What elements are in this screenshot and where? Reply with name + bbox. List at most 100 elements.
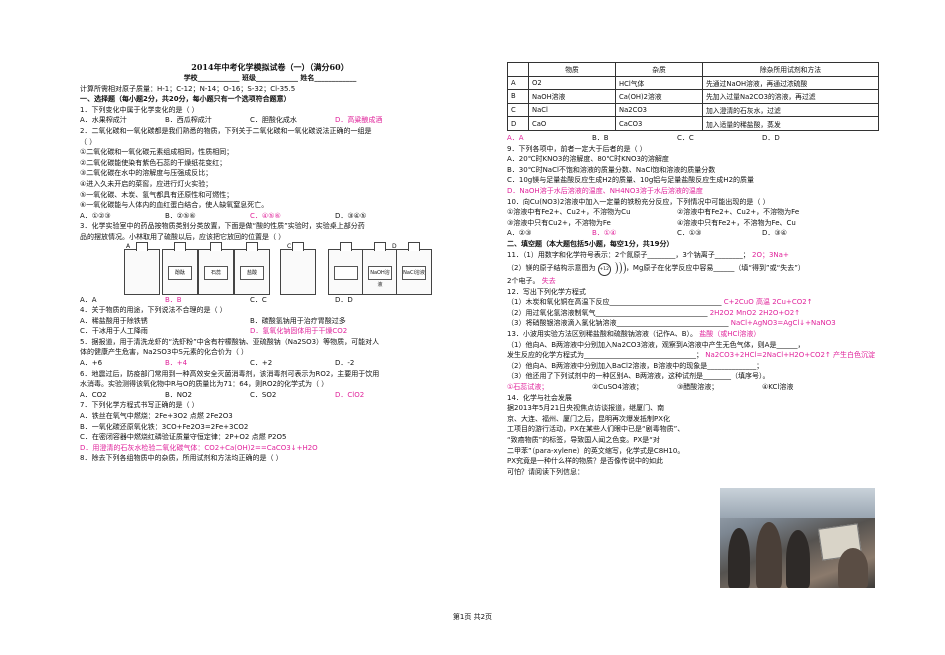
question-text: 2个电子。 失去	[507, 276, 882, 287]
question-text: 2．二氧化碳和一氧化碳都是我们熟悉的物质，下列关于二氧化碳和一氧化碳说法正确的一…	[80, 126, 372, 135]
question-stem: （3）将硝酸银溶液滴入氯化钠溶液________________________…	[507, 319, 729, 328]
question-stem: 2个电子。	[507, 277, 540, 286]
question-text: 1．下列变化中属于化学变化的是（ ）	[80, 105, 199, 114]
question-stem: 11．（1）用数字和化学符号表示：2个氮原子________，3个钠离子____…	[507, 250, 750, 259]
photo-person	[756, 522, 782, 588]
list-item: （3）将硝酸银溶液滴入氯化钠溶液________________________…	[507, 318, 882, 329]
options-row: ③溶液中只有Cu2+，不溶物为Fe ④溶液中只有Fe2+，不溶物为Fe、Cu	[507, 218, 882, 229]
option: D．③④⑤	[335, 211, 367, 220]
question-text: （2）他向A、B两溶液中分别加入BaCl2溶液，B溶液中的现象是________…	[507, 361, 764, 370]
bottle	[328, 241, 364, 295]
table-cell: 先通过NaOH溶液，再通过浓硫酸	[702, 75, 879, 91]
answer-text: 盐酸（或HCl溶液）	[699, 330, 761, 339]
page-title: 2014年中考化学模拟试卷（一）（满分60）	[191, 62, 349, 72]
passage-line: 二甲苯”（para-xylene）的英文缩写，化学式是C8H10。	[507, 446, 685, 455]
question-text: 9．下列各项中，前者一定大于后者的是（ ）	[507, 144, 647, 153]
list-item: ⑥一氧化碳能与人体内的血红蛋白结合，使人缺氧窒息死亡。	[80, 201, 269, 210]
question-text: 3．化学实验室中的药品按物质类别分类放置，下面是做“酸的性质”实验时，实验桌上部…	[80, 222, 365, 231]
bottle: 酚酞	[162, 241, 198, 295]
answer-text: 2O；3Na+	[752, 250, 789, 259]
option: A．+6	[80, 359, 103, 368]
passage-line: 可怕？请阅读下列信息：	[507, 467, 584, 476]
option: A．稀盐酸用于除铁锈	[80, 316, 148, 325]
option: ③溶液中只有Cu2+，不溶物为Fe	[507, 218, 611, 227]
option: ④溶液中只有Fe2+，不溶物为Fe、Cu	[677, 218, 796, 227]
list-item: C．在密闭容器中燃烧红磷验证质量守恒定律：2P+O2 点燃 P2O5	[80, 433, 287, 442]
option: D．-2	[335, 359, 355, 368]
passage-line: “致癌物质”的标签，导致国人闻之色变。PX是“对	[507, 436, 660, 444]
table-row: D CaO CaCO3 加入适量的稀盐酸，蒸发	[507, 116, 879, 131]
section-heading: 一、选择题（每小题2分，共20分，每小题只有一个选项符合题意）	[80, 95, 291, 104]
answer-item: D．用澄清的石灰水检验二氧化碳气体：CO2+Ca(OH)2==CaCO3↓+H2…	[80, 443, 318, 452]
table-header-cell: 物质	[528, 62, 616, 77]
bottle-label: 盐酸	[240, 265, 264, 280]
option: ①溶液中有Fe2+、Cu2+，不溶物为Cu	[507, 208, 631, 217]
option: C．干冰用于人工降雨	[80, 327, 148, 336]
bottle-label: 酚酞	[168, 265, 192, 280]
option: C．①③	[677, 229, 702, 238]
protest-photo	[720, 488, 875, 588]
options-row: A．水果榨成汁 B．西瓜榨成汁 C．胆酸化成水 D．高粱酿成酒	[80, 115, 460, 126]
question-stem: ，Mg原子在化学反应中容易______（填“得到”或“失去”）	[625, 264, 805, 273]
option: B．NO2	[165, 390, 193, 399]
options-row: A．+6 B．+4 C．+2 D．-2	[80, 358, 460, 369]
table-cell: HCl气体	[615, 75, 703, 91]
bottle: NaOH溶液	[362, 241, 398, 295]
list-item: ①二氧化碳和一氧化碳元素组成相同，性质相同；	[80, 148, 234, 157]
options-row: ①溶液中有Fe2+、Cu2+，不溶物为Cu ②溶液中有Fe2+、Cu2+，不溶物为…	[507, 207, 882, 218]
question-text: 发生反应的化学方程式为_____________________________…	[507, 350, 882, 361]
table-cell: B	[507, 89, 529, 104]
option: ③醋酸溶液；	[677, 383, 719, 392]
question-text: （ ）	[80, 137, 97, 146]
option: D．③④	[762, 229, 787, 238]
photo-sky	[720, 488, 875, 518]
answer-option: B．+4	[165, 359, 188, 368]
table-cell: O2	[528, 75, 616, 91]
bottle-neck	[340, 241, 352, 251]
option: B．B	[592, 133, 609, 142]
option: C．C	[250, 295, 267, 304]
question-text: 12．写出下列化学方程式	[507, 287, 586, 296]
bottle-neck	[210, 241, 222, 251]
option: A．A	[80, 295, 97, 304]
question-text: （2）镁的原子结构示意图为 +12 ，Mg原子在化学反应中容易______（填“…	[507, 260, 882, 277]
table-cell: Na2CO3	[615, 102, 703, 118]
options-row: A．①②③ B．②⑤⑥ C．④⑤⑥ D．③④⑤	[80, 211, 460, 222]
bottle-label	[334, 265, 358, 280]
list-item: （2）用过氧化氢溶液制氧气___________________________…	[507, 308, 882, 319]
list-item: C．10g镁与足量盐酸反应生成H2的质量、10g铝与足量盐酸反应生成H2的质量	[507, 176, 755, 185]
option: ②CuSO4溶液；	[592, 383, 644, 392]
bottle-label: 石蕊	[204, 265, 228, 280]
table-cell: C	[507, 102, 529, 118]
question-text: 6．地震过后，防疫部门常用到一种高效安全灭菌消毒剂，该消毒剂可表示为RO2，主要…	[80, 369, 380, 378]
list-item: ④进入久未开启的菜窖，应进行灯火实验；	[80, 179, 213, 188]
list-item: ②二氧化碳能使染有紫色石蕊的干燥纸花变红；	[80, 158, 227, 167]
options-row: ①石蕊试液； ②CuSO4溶液； ③醋酸溶液； ④KCl溶液	[507, 382, 882, 393]
bottle-shelf-figure: A B C D 酚酞 石蕊 盐酸 NaOH溶液 NaCl溶液	[80, 241, 460, 295]
list-item: ③二氧化碳在水中的溶解度与压强成反比；	[80, 169, 213, 178]
question-stem: （2）用过氧化氢溶液制氧气___________________________…	[507, 308, 708, 317]
table-cell: 加入适量的稀盐酸，蒸发	[702, 116, 879, 131]
table-cell: 加入澄清的石灰水，过滤	[702, 102, 879, 118]
options-row: A．CO2 B．NO2 C．SO2 D．ClO2	[80, 390, 460, 401]
bottle-neck	[246, 241, 258, 251]
passage-line: 据2013年5月21日央视焦点访谈报道，继厦门、南	[507, 404, 665, 413]
option: D．D	[762, 133, 780, 142]
table-cell: D	[507, 116, 529, 131]
table-row: B NaOH溶液 Ca(OH)2溶液 先加入过量Na2CO3的溶液，再过滤	[507, 89, 879, 104]
bottle-neck	[136, 241, 148, 251]
table-cell: A	[507, 75, 529, 91]
question-text: （3）他还用了下列试剂中的一种区别A、B两溶液，这种试剂是________（填序…	[507, 372, 770, 381]
bottle: 盐酸	[234, 241, 270, 295]
question-text: 11．（1）用数字和化学符号表示：2个氮原子________，3个钠离子____…	[507, 250, 882, 261]
passage-line: 工项目的游行活动，PX在某些人们眼中已是“剧毒物质”、	[507, 425, 685, 434]
bottle	[124, 241, 160, 295]
bottle-neck	[174, 241, 186, 251]
option: B．②⑤⑥	[165, 211, 196, 220]
option: B．碳酸氢钠用于治疗胃酸过多	[250, 316, 346, 325]
question-stem: （1）木炭和氧化铜在高温下反应_________________________…	[507, 298, 722, 307]
question-stem: 发生反应的化学方程式为_____________________________…	[507, 351, 703, 360]
page-footer: 第1页 共2页	[452, 613, 493, 621]
option: A．①②③	[80, 211, 111, 220]
question-text: 8．除去下列各组物质中的杂质，所用试剂和方法均正确的是（ ）	[80, 454, 283, 463]
